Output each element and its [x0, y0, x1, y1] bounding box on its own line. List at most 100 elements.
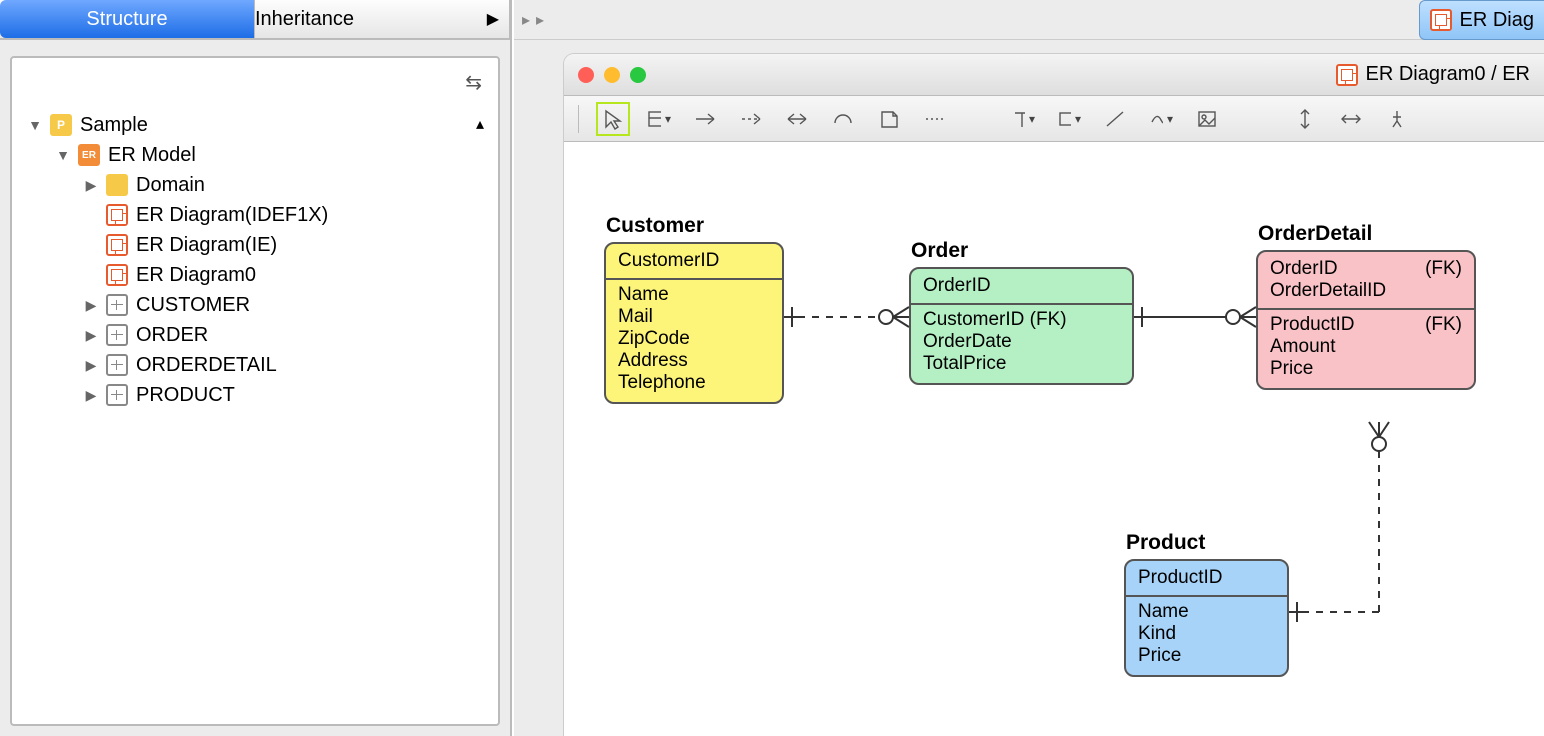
attr-field: ProductID	[1270, 314, 1354, 336]
tree-diagram-0[interactable]: ER Diagram0	[20, 260, 490, 290]
sync-icon[interactable]: ⇆	[465, 70, 482, 95]
freehand-tool[interactable]	[1149, 107, 1173, 131]
er-icon: ER	[78, 144, 100, 166]
document-tab-label: ER Diag	[1460, 9, 1534, 32]
entity-product[interactable]: Product ProductID Name Kind Price	[1124, 559, 1289, 677]
attr-field: Mail	[618, 306, 770, 328]
tree-diagram-idef1x[interactable]: ER Diagram(IDEF1X)	[20, 200, 490, 230]
tree-table-product[interactable]: ▶ PRODUCT	[20, 380, 490, 410]
diagram-icon	[106, 264, 128, 286]
table-icon	[106, 354, 128, 376]
relation-product-orderdetail[interactable]	[1289, 422, 1419, 622]
window-title: ER Diagram0 / ER	[1366, 63, 1531, 86]
tree-root-sample[interactable]: ▼ P Sample	[20, 110, 490, 140]
top-strip: ▸ ▸ ER Diag	[514, 0, 1544, 40]
dotted-line-tool[interactable]	[923, 107, 947, 131]
project-icon: P	[50, 114, 72, 136]
relation-identifying-tool[interactable]	[693, 107, 717, 131]
tree-label: ER Diagram(IDEF1X)	[136, 204, 328, 227]
pk-field: CustomerID	[618, 250, 770, 272]
attr-field: Name	[1138, 601, 1275, 623]
minimize-icon[interactable]	[604, 67, 620, 83]
tree-diagram-ie[interactable]: ER Diagram(IE)	[20, 230, 490, 260]
chevron-right-icon[interactable]: ▸	[522, 10, 530, 30]
project-tree: ▼ P Sample ▼ ER ER Model ▶ Domain ER Dia…	[12, 106, 498, 418]
diagram-icon	[106, 234, 128, 256]
window-controls	[578, 67, 646, 83]
pk-field: ProductID	[1138, 567, 1275, 589]
twisty-icon: ▶	[84, 387, 98, 404]
close-icon[interactable]	[578, 67, 594, 83]
tree-table-order[interactable]: ▶ ORDER	[20, 320, 490, 350]
tree-label: ER Diagram(IE)	[136, 234, 277, 257]
separator	[578, 105, 579, 133]
diagram-canvas[interactable]: Customer CustomerID Name Mail ZipCode Ad…	[564, 142, 1544, 736]
line-tool[interactable]	[1103, 107, 1127, 131]
table-icon	[106, 294, 128, 316]
rect-tool[interactable]	[1057, 107, 1081, 131]
entity-title: Product	[1126, 531, 1205, 555]
diagram-icon	[106, 204, 128, 226]
attr-field: TotalPrice	[923, 353, 1120, 375]
diagram-canvas-wrap: Customer CustomerID Name Mail ZipCode Ad…	[564, 142, 1544, 736]
relation-nonidentifying-tool[interactable]	[739, 107, 763, 131]
entity-orderdetail[interactable]: OrderDetail OrderID(FK) OrderDetailID Pr…	[1256, 250, 1476, 390]
entity-customer[interactable]: Customer CustomerID Name Mail ZipCode Ad…	[604, 242, 784, 404]
entity-tool[interactable]	[647, 107, 671, 131]
relation-customer-order[interactable]	[784, 297, 909, 337]
subtype-tool[interactable]	[831, 107, 855, 131]
tree-label: PRODUCT	[136, 384, 235, 407]
tree-label: ORDER	[136, 324, 208, 347]
image-tool[interactable]	[1195, 107, 1219, 131]
entity-title: Order	[911, 239, 968, 263]
entity-title: OrderDetail	[1258, 222, 1372, 246]
attr-field: CustomerID (FK)	[923, 309, 1120, 331]
note-tool[interactable]	[877, 107, 901, 131]
tree-domain[interactable]: ▶ Domain	[20, 170, 490, 200]
twisty-icon: ▶	[84, 297, 98, 314]
text-tool[interactable]	[1011, 107, 1035, 131]
tree-label: Sample	[80, 114, 148, 137]
sidebar-tabbar: Structure Inheritance ▶	[0, 0, 510, 40]
play-icon: ▶	[487, 9, 509, 29]
diagram-icon	[1336, 64, 1358, 86]
sidebar-panel: Structure Inheritance ▶ ⇆ ▴ ▼ P Sample ▼…	[0, 0, 512, 736]
attr-field: Telephone	[618, 372, 770, 394]
tree-toolbar: ⇆	[12, 58, 498, 106]
tree-label: Domain	[136, 174, 205, 197]
tree-table-customer[interactable]: ▶ CUSTOMER	[20, 290, 490, 320]
table-icon	[106, 324, 128, 346]
twisty-icon: ▼	[56, 147, 70, 163]
tree-er-model[interactable]: ▼ ER ER Model	[20, 140, 490, 170]
tab-inheritance-label: Inheritance	[255, 8, 354, 31]
twisty-icon: ▼	[28, 117, 42, 133]
chevron-right-icon[interactable]: ▸	[536, 10, 544, 30]
zoom-icon[interactable]	[630, 67, 646, 83]
tree-label: CUSTOMER	[136, 294, 250, 317]
pin-tool[interactable]	[1385, 107, 1409, 131]
twisty-icon: ▶	[84, 357, 98, 374]
align-vertical-tool[interactable]	[1293, 107, 1317, 131]
tree-table-orderdetail[interactable]: ▶ ORDERDETAIL	[20, 350, 490, 380]
attr-field: Kind	[1138, 623, 1275, 645]
tree-label: ORDERDETAIL	[136, 354, 277, 377]
attr-field: Price	[1138, 645, 1275, 667]
document-tab-er-diag[interactable]: ER Diag	[1419, 0, 1544, 40]
entity-order[interactable]: Order OrderID CustomerID (FK) OrderDate …	[909, 267, 1134, 385]
twisty-icon: ▶	[84, 327, 98, 344]
tab-inheritance[interactable]: Inheritance ▶	[255, 0, 510, 38]
folder-icon	[106, 174, 128, 196]
align-horizontal-tool[interactable]	[1339, 107, 1363, 131]
collapse-icon[interactable]: ▴	[476, 114, 484, 134]
attr-field: Price	[1270, 358, 1313, 380]
tab-structure[interactable]: Structure	[0, 0, 255, 38]
select-tool[interactable]	[601, 107, 625, 131]
relation-order-orderdetail[interactable]	[1134, 297, 1256, 337]
attr-field: OrderDate	[923, 331, 1120, 353]
pk-field: OrderID	[923, 275, 1120, 297]
pk-field: OrderID	[1270, 258, 1338, 280]
tree-panel: ⇆ ▴ ▼ P Sample ▼ ER ER Model ▶ Domain	[10, 56, 500, 726]
attr-field: Name	[618, 284, 770, 306]
many-to-many-tool[interactable]	[785, 107, 809, 131]
fk-badge: (FK)	[1425, 314, 1462, 336]
